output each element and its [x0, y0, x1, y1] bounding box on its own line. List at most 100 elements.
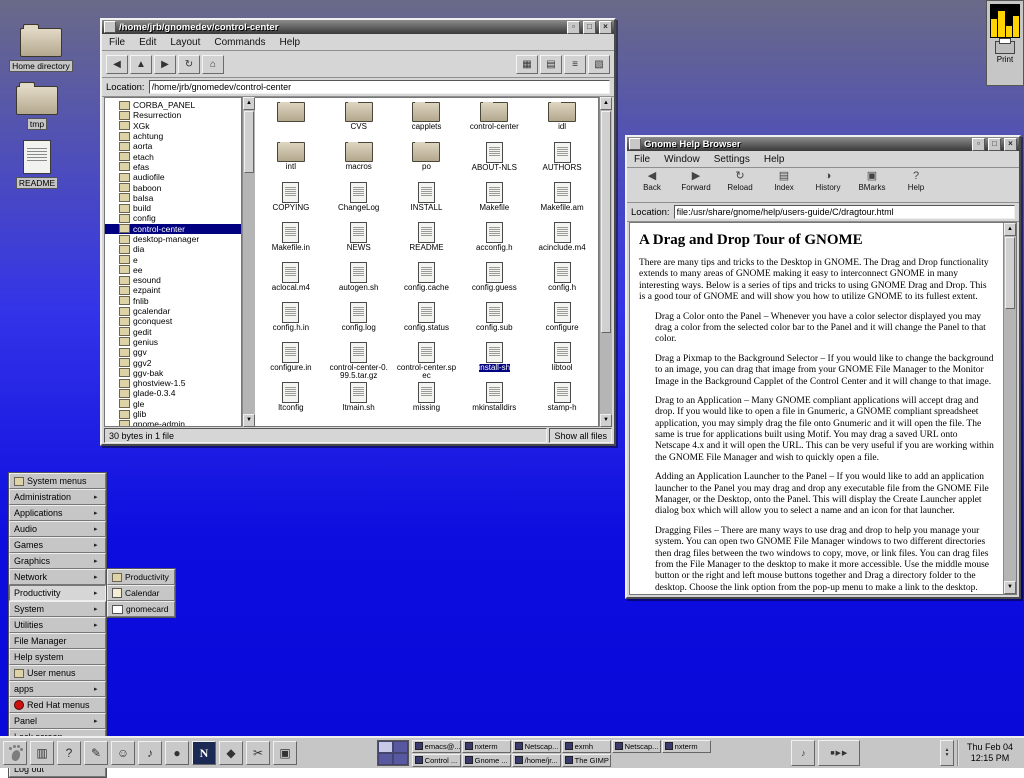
task-button[interactable]: Netscap...	[512, 740, 561, 753]
tree-item[interactable]: ggv-bak	[105, 368, 241, 378]
menu[interactable]: Help	[273, 37, 308, 48]
tree-item[interactable]: ezpaint	[105, 285, 241, 295]
tree-item[interactable]: genius	[105, 337, 241, 347]
file-item[interactable]: config.cache	[393, 262, 461, 302]
menu[interactable]: File	[627, 154, 657, 165]
tree-item[interactable]: config	[105, 213, 241, 223]
file-item[interactable]	[257, 102, 325, 142]
menu[interactable]: File	[102, 37, 132, 48]
toolbar-button[interactable]: ▶	[154, 55, 176, 74]
tree-item[interactable]: gle	[105, 399, 241, 409]
tree-item[interactable]: esound	[105, 275, 241, 285]
menu-item[interactable]: Productivity	[9, 585, 106, 601]
file-item[interactable]: stamp-h	[528, 382, 596, 422]
toolbar-button[interactable]: ◀	[106, 55, 128, 74]
tree-scrollbar[interactable]	[242, 97, 255, 427]
file-item[interactable]: capplets	[393, 102, 461, 142]
tree-item[interactable]: control-center	[105, 224, 241, 234]
launcher-button[interactable]: ✂	[246, 741, 270, 765]
file-item[interactable]: Makefile.am	[528, 182, 596, 222]
file-item[interactable]: mkinstalldirs	[460, 382, 528, 422]
file-item[interactable]: config.h.in	[257, 302, 325, 342]
file-item[interactable]: ABOUT-NLS	[460, 142, 528, 182]
file-item[interactable]: ltmain.sh	[325, 382, 393, 422]
task-button[interactable]: nxterm	[662, 740, 711, 753]
desktop-pager-applet[interactable]	[377, 740, 409, 766]
file-item[interactable]: COPYING	[257, 182, 325, 222]
tree-item[interactable]: ggv	[105, 347, 241, 357]
launcher-button[interactable]: ♪	[138, 741, 162, 765]
file-item[interactable]: acinclude.m4	[528, 222, 596, 262]
toolbar-button[interactable]: ◑ History	[809, 169, 847, 193]
scroll-down-icon[interactable]	[1004, 581, 1016, 594]
tree-item[interactable]: etach	[105, 151, 241, 161]
scroll-down-icon[interactable]	[243, 414, 255, 427]
tree-item[interactable]: gcalendar	[105, 306, 241, 316]
launcher-button[interactable]: ▣	[273, 741, 297, 765]
tree-item[interactable]: ghostview-1.5	[105, 378, 241, 388]
file-item[interactable]: ltconfig	[257, 382, 325, 422]
help-scrollbar[interactable]	[1003, 223, 1016, 594]
file-item[interactable]: aclocal.m4	[257, 262, 325, 302]
tree-item[interactable]: glade-0.3.4	[105, 388, 241, 398]
scroll-thumb[interactable]	[244, 111, 254, 173]
file-item[interactable]: config.guess	[460, 262, 528, 302]
file-item[interactable]: configure	[528, 302, 596, 342]
file-item[interactable]: README	[393, 222, 461, 262]
print-applet[interactable]: Print	[995, 41, 1015, 64]
tree-item[interactable]: aorta	[105, 141, 241, 151]
menu-item[interactable]: Games	[9, 537, 106, 553]
tree-item[interactable]: XGk	[105, 121, 241, 131]
mixer-applet[interactable]	[791, 740, 815, 766]
tree-item[interactable]: ggv2	[105, 357, 241, 367]
titlebar[interactable]: /home/jrb/gnomedev/control-center	[102, 20, 614, 34]
menu[interactable]: Commands	[207, 37, 272, 48]
gnome-foot-menu-button[interactable]	[3, 741, 27, 765]
panel-hide-applet[interactable]	[940, 740, 954, 766]
tree-item[interactable]: build	[105, 203, 241, 213]
menu-item[interactable]: Audio	[9, 521, 106, 537]
menu-item[interactable]: apps	[9, 681, 106, 697]
file-item[interactable]: libtool	[528, 342, 596, 382]
file-item[interactable]: Makefile.in	[257, 222, 325, 262]
toolbar-button[interactable]: ↻ Reload	[721, 169, 759, 193]
launcher-button[interactable]: N	[192, 741, 216, 765]
menu-item[interactable]: Graphics	[9, 553, 106, 569]
menu[interactable]: Help	[757, 154, 792, 165]
tree-item[interactable]: efas	[105, 162, 241, 172]
menu-item[interactable]: Utilities	[9, 617, 106, 633]
titlebar[interactable]: Gnome Help Browser	[627, 137, 1019, 151]
iconify-button[interactable]	[567, 21, 580, 34]
tree-item[interactable]: gnome-admin	[105, 419, 241, 427]
location-input[interactable]	[674, 205, 1015, 219]
file-item[interactable]: control-center	[460, 102, 528, 142]
file-item[interactable]: config.log	[325, 302, 393, 342]
launcher-button[interactable]: ◆	[219, 741, 243, 765]
tree-item[interactable]: fnlib	[105, 296, 241, 306]
menu-item[interactable]: Panel	[9, 713, 106, 729]
toolbar-button[interactable]: ▤ Index	[765, 169, 803, 193]
submenu-item[interactable]: Calendar	[107, 585, 175, 601]
task-button[interactable]: exmh	[562, 740, 611, 753]
view-mode-button[interactable]: ▦	[516, 55, 538, 74]
desktop-icon-tmp[interactable]: tmp	[0, 86, 74, 130]
tree-item[interactable]: gconquest	[105, 316, 241, 326]
menu-item[interactable]: System	[9, 601, 106, 617]
scroll-up-icon[interactable]	[600, 97, 612, 110]
scroll-down-icon[interactable]	[600, 414, 612, 427]
file-item[interactable]: config.h	[528, 262, 596, 302]
clock-applet[interactable]: Thu Feb 04 12:15 PM	[957, 740, 1021, 766]
file-item[interactable]: Makefile	[460, 182, 528, 222]
tree-item[interactable]: gedit	[105, 327, 241, 337]
task-button[interactable]: nxterm	[462, 740, 511, 753]
tree-item[interactable]: ee	[105, 265, 241, 275]
window-menu-icon[interactable]	[629, 138, 641, 150]
file-item[interactable]: ChangeLog	[325, 182, 393, 222]
tree-item[interactable]: balsa	[105, 193, 241, 203]
menu-item[interactable]: File Manager	[9, 633, 106, 649]
task-button[interactable]: Gnome ...	[462, 754, 511, 767]
files-scrollbar[interactable]	[599, 97, 612, 427]
desktop-icon-readme[interactable]: README	[0, 140, 74, 189]
menu-item[interactable]: Help system	[9, 649, 106, 665]
menu-item[interactable]: Network	[9, 569, 106, 585]
